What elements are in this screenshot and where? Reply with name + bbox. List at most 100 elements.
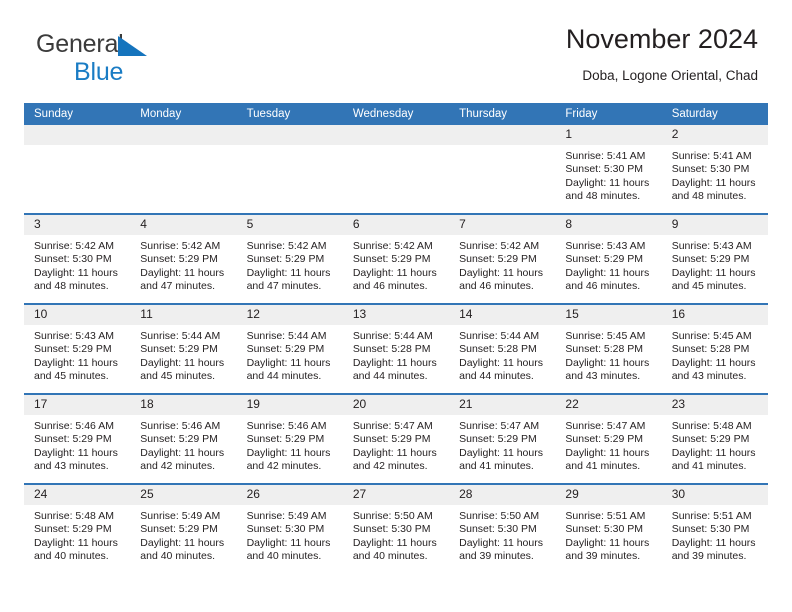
day-detail-line: Sunrise: 5:42 AM xyxy=(246,240,327,252)
calendar-day-cell[interactable]: 28 Sunrise: 5:50 AM Sunset: 5:30 PM Dayligh… xyxy=(449,483,556,573)
day-detail-line: Sunset: 5:29 PM xyxy=(671,433,750,446)
day-details: Sunrise: 5:47 AM Sunset: 5:29 PM Daylight:… xyxy=(449,415,555,474)
day-detail-line: Sunset: 5:29 PM xyxy=(352,253,431,266)
calendar-day-cell[interactable]: 5 Sunrise: 5:42 AM Sunset: 5:29 PM Daylight… xyxy=(236,213,343,304)
calendar-day-cell[interactable]: 6 Sunrise: 5:42 AM Sunset: 5:29 PM Daylight… xyxy=(342,213,450,304)
day-detail-line: Sunrise: 5:44 AM xyxy=(140,330,221,342)
day-detail-line: Sunrise: 5:41 AM xyxy=(565,150,646,162)
calendar-day-cell[interactable]: 18 Sunrise: 5:46 AM Sunset: 5:29 PM Dayligh… xyxy=(130,393,237,484)
day-details: Sunrise: 5:42 AM Sunset: 5:29 PM Daylight:… xyxy=(130,235,236,294)
day-number: 24 xyxy=(24,485,131,505)
calendar-day-cell[interactable]: 10 Sunrise: 5:43 AM Sunset: 5:29 PM Dayligh… xyxy=(24,303,131,394)
day-detail-line: and 41 minutes. xyxy=(671,460,747,473)
calendar-day-cell[interactable]: 29 Sunrise: 5:51 AM Sunset: 5:30 PM Dayligh… xyxy=(555,483,662,573)
calendar-day-cell[interactable]: 26 Sunrise: 5:49 AM Sunset: 5:30 PM Dayligh… xyxy=(236,483,343,573)
day-detail-line: Sunrise: 5:43 AM xyxy=(34,330,114,342)
day-detail-line: Daylight: 11 hours xyxy=(671,356,756,369)
calendar-day-cell[interactable]: 14 Sunrise: 5:44 AM Sunset: 5:28 PM Dayligh… xyxy=(449,303,556,394)
calendar-day-cell[interactable]: 25 Sunrise: 5:49 AM Sunset: 5:29 PM Dayligh… xyxy=(130,483,237,573)
weekday-header-monday: Monday xyxy=(130,103,237,125)
day-details: Sunrise: 5:48 AM Sunset: 5:29 PM Daylight:… xyxy=(24,505,130,564)
day-detail-line: Sunset: 5:29 PM xyxy=(246,433,325,446)
day-details: Sunrise: 5:51 AM Sunset: 5:30 PM Daylight:… xyxy=(555,505,661,564)
day-detail-line: Sunset: 5:30 PM xyxy=(671,163,750,176)
calendar-page: General Blue November 2024 Doba, Logone … xyxy=(0,0,792,612)
day-detail-line: and 43 minutes. xyxy=(671,370,747,383)
calendar-day-cell[interactable]: 30 Sunrise: 5:51 AM Sunset: 5:30 PM Dayligh… xyxy=(661,483,768,573)
weekday-header-thursday: Thursday xyxy=(449,103,556,125)
day-number: 5 xyxy=(236,215,343,235)
day-details: Sunrise: 5:50 AM Sunset: 5:30 PM Daylight:… xyxy=(343,505,449,564)
day-detail-line: Sunrise: 5:45 AM xyxy=(671,330,752,342)
day-detail-line: Daylight: 11 hours xyxy=(34,266,118,279)
day-detail-line: Daylight: 11 hours xyxy=(671,266,756,279)
day-details: Sunrise: 5:46 AM Sunset: 5:29 PM Daylight:… xyxy=(237,415,343,474)
day-detail-line: Sunset: 5:30 PM xyxy=(459,523,537,536)
day-detail-line: Sunrise: 5:50 AM xyxy=(459,510,540,522)
calendar-day-cell[interactable]: 16 Sunrise: 5:45 AM Sunset: 5:28 PM Dayligh… xyxy=(661,303,768,394)
day-detail-line: Sunrise: 5:48 AM xyxy=(671,420,752,432)
calendar-day-cell[interactable]: 12 Sunrise: 5:44 AM Sunset: 5:29 PM Dayligh… xyxy=(236,303,343,394)
calendar-day-cell[interactable]: 17 Sunrise: 5:46 AM Sunset: 5:29 PM Dayligh… xyxy=(24,393,131,484)
day-detail-line: and 40 minutes. xyxy=(352,550,428,563)
calendar-day-cell[interactable]: 11 Sunrise: 5:44 AM Sunset: 5:29 PM Dayligh… xyxy=(130,303,237,394)
day-detail-line: and 47 minutes. xyxy=(140,280,215,293)
day-detail-line: Sunrise: 5:46 AM xyxy=(140,420,221,432)
calendar-day-cell[interactable]: 21 Sunrise: 5:47 AM Sunset: 5:29 PM Dayligh… xyxy=(449,393,556,484)
calendar-day-cell[interactable]: 15 Sunrise: 5:45 AM Sunset: 5:28 PM Dayligh… xyxy=(555,303,662,394)
day-detail-line: Sunrise: 5:48 AM xyxy=(34,510,114,522)
calendar-day-cell[interactable]: 4 Sunrise: 5:42 AM Sunset: 5:29 PM Daylight… xyxy=(130,213,237,304)
day-detail-line: Sunset: 5:29 PM xyxy=(565,433,644,446)
calendar-day-cell[interactable]: 2 Sunrise: 5:41 AM Sunset: 5:30 PM Daylight… xyxy=(661,125,768,214)
day-details: Sunrise: 5:44 AM Sunset: 5:28 PM Daylight:… xyxy=(343,325,449,384)
day-details: Sunrise: 5:49 AM Sunset: 5:30 PM Daylight:… xyxy=(237,505,343,564)
calendar-week-row: 24 Sunrise: 5:48 AM Sunset: 5:29 PM Dayligh… xyxy=(24,483,768,573)
day-details: Sunrise: 5:43 AM Sunset: 5:29 PM Daylight:… xyxy=(24,325,130,384)
day-detail-line: Sunrise: 5:50 AM xyxy=(352,510,433,522)
calendar-day-cell[interactable]: 9 Sunrise: 5:43 AM Sunset: 5:29 PM Daylight… xyxy=(661,213,768,304)
calendar-day-cell[interactable]: 8 Sunrise: 5:43 AM Sunset: 5:29 PM Daylight… xyxy=(555,213,662,304)
calendar-week-row: 1 Sunrise: 5:41 AM Sunset: 5:30 PM Daylight… xyxy=(24,125,768,214)
calendar-day-cell[interactable]: 27 Sunrise: 5:50 AM Sunset: 5:30 PM Dayligh… xyxy=(342,483,450,573)
day-detail-line: Daylight: 11 hours xyxy=(352,536,437,549)
day-number: 13 xyxy=(342,305,450,325)
calendar-day-cell-empty xyxy=(342,125,450,214)
day-number: 7 xyxy=(449,215,556,235)
day-number: 8 xyxy=(555,215,662,235)
day-detail-line: and 46 minutes. xyxy=(459,280,534,293)
calendar-grid: Sunday Monday Tuesday Wednesday Thursday… xyxy=(24,103,768,573)
day-detail-line: Sunrise: 5:44 AM xyxy=(459,330,540,342)
day-detail-line: Sunset: 5:29 PM xyxy=(459,253,537,266)
logo-blue-label: Blue xyxy=(74,58,124,86)
calendar-day-cell[interactable]: 7 Sunrise: 5:42 AM Sunset: 5:29 PM Daylight… xyxy=(449,213,556,304)
calendar-day-cell[interactable]: 13 Sunrise: 5:44 AM Sunset: 5:28 PM Dayligh… xyxy=(342,303,450,394)
calendar-week-row: 17 Sunrise: 5:46 AM Sunset: 5:29 PM Dayligh… xyxy=(24,393,768,484)
calendar-day-cell[interactable]: 1 Sunrise: 5:41 AM Sunset: 5:30 PM Daylight… xyxy=(555,125,662,214)
day-detail-line: and 45 minutes. xyxy=(140,370,215,383)
day-details: Sunrise: 5:47 AM Sunset: 5:29 PM Daylight:… xyxy=(343,415,449,474)
day-detail-line: Daylight: 11 hours xyxy=(459,536,543,549)
calendar-day-cell[interactable]: 22 Sunrise: 5:47 AM Sunset: 5:29 PM Dayligh… xyxy=(555,393,662,484)
day-detail-line: Sunset: 5:29 PM xyxy=(140,433,218,446)
day-details: Sunrise: 5:42 AM Sunset: 5:29 PM Daylight:… xyxy=(237,235,343,294)
calendar-day-cell[interactable]: 20 Sunrise: 5:47 AM Sunset: 5:29 PM Dayligh… xyxy=(342,393,450,484)
day-detail-line: Sunset: 5:29 PM xyxy=(671,253,750,266)
day-number: 29 xyxy=(555,485,662,505)
calendar-header-row: Sunday Monday Tuesday Wednesday Thursday… xyxy=(24,103,768,125)
day-detail-line: Sunrise: 5:46 AM xyxy=(246,420,327,432)
calendar-day-cell[interactable]: 19 Sunrise: 5:46 AM Sunset: 5:29 PM Dayligh… xyxy=(236,393,343,484)
day-detail-line: Sunset: 5:29 PM xyxy=(34,343,112,356)
day-number: 17 xyxy=(24,395,131,415)
day-detail-line: Sunset: 5:30 PM xyxy=(246,523,325,536)
day-detail-line: and 40 minutes. xyxy=(140,550,215,563)
day-number: 23 xyxy=(661,395,768,415)
calendar-day-cell[interactable]: 23 Sunrise: 5:48 AM Sunset: 5:29 PM Dayligh… xyxy=(661,393,768,484)
day-number: 30 xyxy=(661,485,768,505)
day-detail-line: Sunset: 5:28 PM xyxy=(565,343,644,356)
calendar-day-cell-empty xyxy=(449,125,556,214)
day-detail-line: Daylight: 11 hours xyxy=(565,446,650,459)
logo-general-label: General xyxy=(36,30,124,58)
general-blue-logo[interactable]: General Blue xyxy=(36,32,236,88)
calendar-day-cell[interactable]: 24 Sunrise: 5:48 AM Sunset: 5:29 PM Dayligh… xyxy=(24,483,131,573)
calendar-day-cell[interactable]: 3 Sunrise: 5:42 AM Sunset: 5:30 PM Daylight… xyxy=(24,213,131,304)
